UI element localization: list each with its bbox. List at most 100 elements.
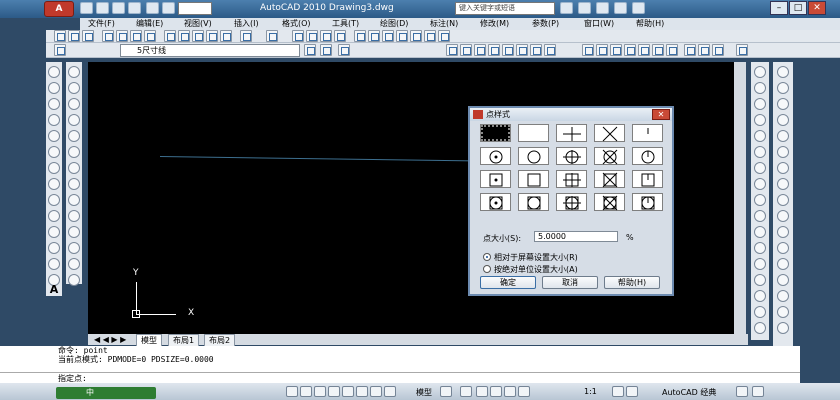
sheet-set-icon[interactable] (396, 30, 408, 42)
redo-icon[interactable] (266, 30, 278, 42)
menu-insert[interactable]: 插入(I) (234, 18, 259, 30)
preview-icon[interactable] (116, 30, 128, 42)
osnap-insert-icon[interactable] (698, 44, 710, 56)
save-icon[interactable] (112, 2, 125, 14)
relative-size-radio[interactable] (483, 253, 491, 261)
spline-icon[interactable] (48, 194, 60, 206)
fillet-icon[interactable] (68, 274, 80, 286)
circle-icon[interactable] (48, 162, 60, 174)
scale-icon[interactable] (68, 178, 80, 190)
dialog-close-button[interactable]: ✕ (652, 109, 670, 120)
menu-tools[interactable]: 工具(T) (332, 18, 359, 30)
application-menu-button[interactable]: A (44, 1, 74, 17)
construction-line-icon[interactable] (48, 82, 60, 94)
hidden-icon[interactable] (777, 130, 789, 142)
dim-ordinate-icon[interactable] (488, 44, 500, 56)
layout-icon[interactable] (440, 386, 452, 397)
copy-icon[interactable] (178, 30, 190, 42)
point-style-17[interactable] (556, 193, 587, 211)
menu-format[interactable]: 格式(O) (282, 18, 311, 30)
zoom-status-icon[interactable] (490, 386, 502, 397)
ok-button[interactable]: 确定 (480, 276, 536, 289)
area-icon[interactable] (754, 114, 766, 126)
absolute-size-radio[interactable] (483, 265, 491, 273)
osnap-icon[interactable] (342, 386, 354, 397)
sw-iso-icon[interactable] (777, 274, 789, 286)
cone-icon[interactable] (754, 242, 766, 254)
left-view-icon[interactable] (777, 210, 789, 222)
paste-icon[interactable] (192, 30, 204, 42)
dim-diameter-icon[interactable] (516, 44, 528, 56)
osnap-nearest-icon[interactable] (712, 44, 724, 56)
point-style-15[interactable] (480, 193, 511, 211)
point-style-1[interactable] (518, 124, 549, 142)
ime-toolbar[interactable]: 中 (56, 387, 156, 399)
vertical-scrollbar[interactable] (734, 62, 746, 334)
menu-view[interactable]: 视图(V) (184, 18, 212, 30)
dim-aligned-icon[interactable] (460, 44, 472, 56)
dim-radius-icon[interactable] (502, 44, 514, 56)
osnap-center-icon[interactable] (624, 44, 636, 56)
minimize-button[interactable]: – (770, 1, 788, 15)
osnap-node-icon[interactable] (684, 44, 696, 56)
tab-navigation[interactable]: ◀ ◀ ▶ ▶ (90, 334, 130, 345)
ellipse-arc-icon[interactable] (48, 226, 60, 238)
extrude-icon[interactable] (754, 290, 766, 302)
torus-icon[interactable] (754, 274, 766, 286)
multiline-text-icon[interactable]: A (48, 284, 60, 296)
dim-arc-icon[interactable] (474, 44, 486, 56)
list-icon[interactable] (754, 162, 766, 174)
bottom-view-icon[interactable] (777, 194, 789, 206)
otrack-icon[interactable] (356, 386, 368, 397)
layer-dropdown[interactable]: 5尺寸线 (120, 44, 300, 57)
break-icon[interactable] (68, 242, 80, 254)
polygon-icon[interactable] (48, 114, 60, 126)
dim-linear-icon[interactable] (446, 44, 458, 56)
menu-edit[interactable]: 编辑(E) (136, 18, 163, 30)
annotation-visibility-icon[interactable] (612, 386, 624, 397)
showmotion-icon[interactable] (518, 386, 530, 397)
lock-icon[interactable] (736, 386, 748, 397)
point-style-19[interactable] (632, 193, 663, 211)
wedge-icon[interactable] (754, 258, 766, 270)
dim-angular-icon[interactable] (530, 44, 542, 56)
extend-icon[interactable] (68, 226, 80, 238)
qnew-icon[interactable] (54, 30, 66, 42)
layer-states-icon[interactable] (338, 44, 350, 56)
menu-parametric[interactable]: 参数(P) (532, 18, 559, 30)
mirror-icon[interactable] (68, 98, 80, 110)
point-style-18[interactable] (594, 193, 625, 211)
make-current-icon[interactable] (320, 44, 332, 56)
osnap-tangent-icon[interactable] (652, 44, 664, 56)
help-icon[interactable] (632, 2, 645, 14)
block-editor-icon[interactable] (220, 30, 232, 42)
subscription-icon[interactable] (578, 2, 591, 14)
command-input[interactable]: 指定点: (0, 372, 800, 383)
angle-icon[interactable] (754, 98, 766, 110)
snap-icon[interactable] (286, 386, 298, 397)
quick-view-icon[interactable] (460, 386, 472, 397)
pan-status-icon[interactable] (476, 386, 488, 397)
point-style-2[interactable] (556, 124, 587, 142)
menu-draw[interactable]: 绘图(D) (380, 18, 408, 30)
se-iso-icon[interactable] (777, 290, 789, 302)
quick-dim-icon[interactable] (544, 44, 556, 56)
search-input[interactable]: 键入关键字或短语 (455, 2, 555, 15)
menu-help[interactable]: 帮助(H) (636, 18, 664, 30)
match-properties-icon[interactable] (206, 30, 218, 42)
ellipse-icon[interactable] (48, 210, 60, 222)
grid-icon[interactable] (300, 386, 312, 397)
redo-icon[interactable] (162, 2, 175, 14)
free-orbit-icon[interactable] (777, 82, 789, 94)
array-icon[interactable] (68, 130, 80, 142)
make-block-icon[interactable] (48, 258, 60, 270)
point-size-input[interactable]: 5.0000 (534, 231, 618, 242)
point-style-16[interactable] (518, 193, 549, 211)
ducs-icon[interactable] (370, 386, 382, 397)
volume-icon[interactable] (754, 130, 766, 142)
print-icon[interactable] (128, 2, 141, 14)
point-style-6[interactable] (518, 147, 549, 165)
osnap-endpoint-icon[interactable] (582, 44, 594, 56)
save-icon[interactable] (82, 30, 94, 42)
menu-dimension[interactable]: 标注(N) (430, 18, 458, 30)
